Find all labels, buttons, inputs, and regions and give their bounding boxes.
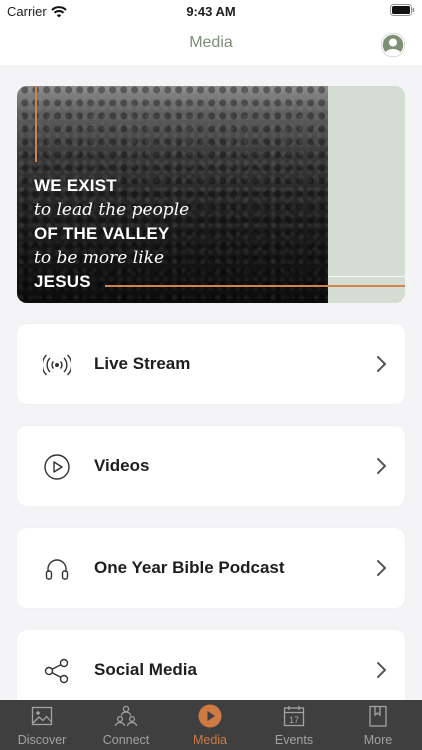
hero-line-3: OF THE VALLEY: [34, 224, 170, 243]
hero-banner[interactable]: WE EXIST to lead the people OF THE VALLE…: [17, 86, 405, 303]
person-circle-icon: [381, 33, 405, 57]
tab-label: Events: [274, 733, 314, 747]
tab-discover[interactable]: Discover: [0, 700, 84, 750]
hero-line-2: to lead the people: [34, 200, 190, 220]
menu-item-label: Live Stream: [94, 354, 191, 373]
page-title: Media: [189, 34, 233, 51]
tab-media[interactable]: Media: [168, 700, 252, 750]
calendar-icon: 17: [283, 706, 305, 727]
chevron-right-icon: [377, 560, 386, 576]
image-icon: [31, 706, 53, 726]
status-right: [390, 4, 415, 19]
tab-label: Media: [192, 733, 228, 747]
status-bar: Carrier 9:43 AM: [0, 0, 422, 24]
tab-more[interactable]: More: [336, 700, 420, 750]
menu-item-label: Social Media: [94, 660, 197, 679]
hero-line-4: to be more like: [34, 248, 164, 268]
tab-events[interactable]: 17 Events: [252, 700, 336, 750]
menu-item-social-media[interactable]: Social Media: [17, 630, 405, 710]
people-icon: [114, 705, 138, 727]
panel-divider-line: [328, 276, 405, 277]
hero-line-5: JESUS: [34, 272, 91, 291]
tab-bar: Discover Connect Media 17 Events More: [0, 700, 422, 750]
menu-item-label: Videos: [94, 456, 150, 475]
calendar-date: 17: [289, 715, 299, 725]
bookmark-icon: [369, 705, 387, 727]
share-icon: [44, 658, 69, 684]
hero-text: WE EXIST to lead the people OF THE VALLE…: [34, 174, 189, 294]
profile-button[interactable]: [381, 33, 405, 57]
play-circle-icon: [44, 454, 70, 480]
tab-label: More: [363, 733, 393, 747]
status-time: 9:43 AM: [186, 4, 236, 19]
hero-line-1: WE EXIST: [34, 176, 117, 195]
play-circle-icon: [198, 704, 222, 728]
chevron-right-icon: [377, 662, 386, 678]
tab-label: Discover: [17, 733, 67, 747]
menu-item-label: One Year Bible Podcast: [94, 558, 285, 577]
tab-connect[interactable]: Connect: [84, 700, 168, 750]
accent-vertical-line: [35, 86, 37, 162]
chevron-right-icon: [377, 458, 386, 474]
tab-label: Connect: [102, 733, 150, 747]
battery-icon: [390, 4, 415, 16]
menu-item-bible-podcast[interactable]: One Year Bible Podcast: [17, 528, 405, 608]
headphones-icon: [45, 559, 69, 580]
menu-item-live-stream[interactable]: Live Stream: [17, 324, 405, 404]
chevron-right-icon: [377, 356, 386, 372]
navigation-bar: Media: [0, 24, 422, 67]
menu-item-videos[interactable]: Videos: [17, 426, 405, 506]
broadcast-icon: [43, 354, 71, 376]
